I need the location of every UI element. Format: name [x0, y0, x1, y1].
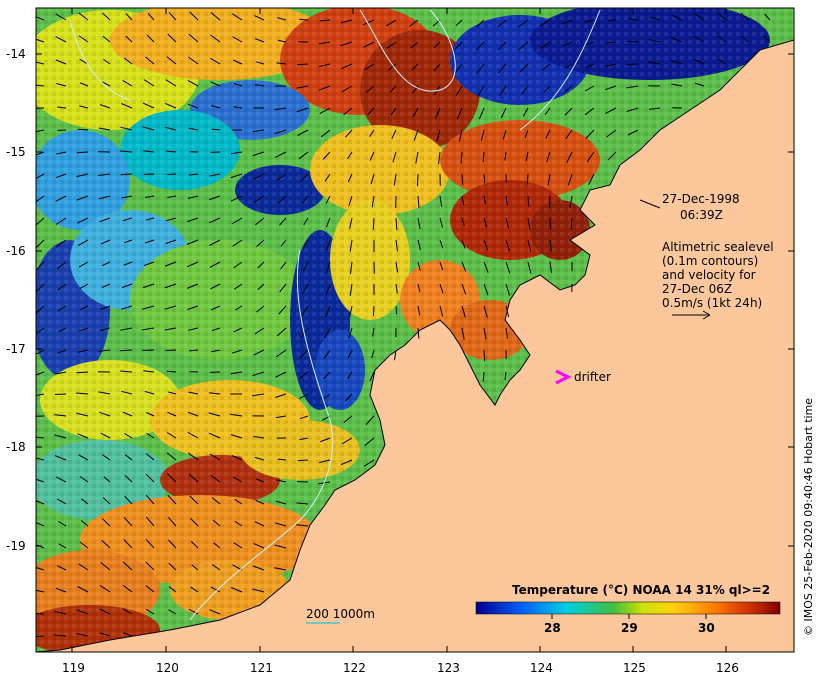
altimetry-line: Altimetric sealevel [662, 240, 774, 254]
lat-tick-label: -14 [6, 47, 26, 61]
lat-tick-label: -15 [6, 145, 26, 159]
lon-tick-label: 126 [716, 661, 739, 675]
credit-text: © IMOS 25-Feb-2020 09:40:46 Hobart time [802, 398, 815, 636]
lon-tick-label: 119 [62, 661, 85, 675]
colorbar-title: Temperature (°C) NOAA 14 31% ql>=2 [512, 583, 770, 597]
velocity-arrow [549, 217, 552, 230]
altimetry-line: (0.1m contours) [662, 254, 758, 268]
velocity-arrow [395, 305, 398, 315]
altimetry-line: 27-Dec 06Z [662, 282, 732, 296]
velocity-arrow [297, 63, 309, 66]
velocity-arrow [119, 349, 133, 352]
lon-tick-label: 125 [623, 661, 646, 675]
image-time: 06:39Z [680, 208, 723, 222]
lon-tick-label: 122 [343, 661, 366, 675]
drifter-label: drifter [574, 370, 611, 384]
lon-tick-label: 120 [156, 661, 179, 675]
altimetry-line: and velocity for [662, 268, 756, 282]
velocity-arrow [483, 349, 486, 361]
velocity-arrow [627, 40, 639, 43]
velocity-arrow [54, 393, 67, 395]
lon-tick-label: 124 [530, 661, 553, 675]
velocity-arrow [607, 19, 617, 21]
altimetry-line: 0.5m/s (1kt 24h) [662, 296, 762, 310]
lat-tick-label: -17 [6, 342, 26, 356]
depth-label: 200 1000m [306, 607, 375, 621]
lon-tick-label: 121 [250, 661, 273, 675]
depth-legend: 200 1000m [306, 607, 375, 624]
lat-tick-label: -19 [6, 539, 26, 553]
velocity-arrow [372, 305, 375, 316]
velocity-arrow [461, 173, 464, 185]
velocity-arrow [120, 173, 133, 176]
velocity-arrow [167, 173, 177, 175]
velocity-arrow [372, 217, 375, 230]
velocity-arrow [526, 173, 529, 185]
colorbar-tick-label: 29 [621, 621, 638, 635]
velocity-arrow [549, 195, 551, 208]
velocity-arrow [165, 349, 177, 351]
velocity-arrow [298, 459, 309, 462]
colorbar-gradient [475, 601, 781, 615]
lat-tick-label: -16 [6, 244, 26, 258]
lon-tick-label: 123 [437, 661, 460, 675]
lat-axis: -14 -15 -16 -17 -18 -19 [6, 47, 26, 553]
image-date: 27-Dec-1998 [662, 192, 740, 206]
colorbar-tick-label: 28 [544, 621, 561, 635]
lat-tick-label: -18 [6, 440, 26, 454]
velocity-arrow [417, 173, 419, 187]
colorbar-tick-label: 30 [698, 621, 715, 635]
sst-map: -14 -15 -16 -17 -18 -19 119 120 121 122 … [6, 7, 815, 675]
velocity-arrow [483, 173, 486, 184]
lon-axis: 119 120 121 122 123 124 125 126 [62, 661, 739, 675]
